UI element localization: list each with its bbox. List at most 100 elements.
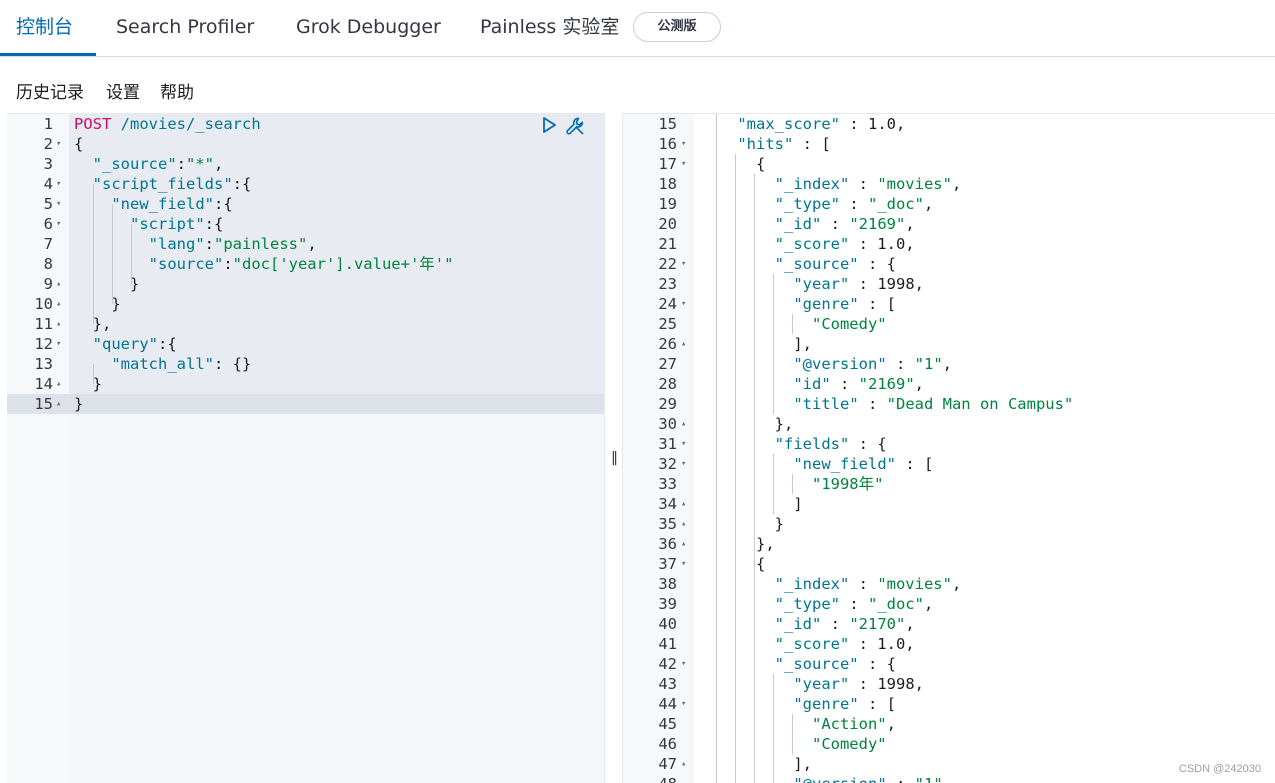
history-link[interactable]: 历史记录	[16, 78, 84, 103]
code-line[interactable]: 25 "Comedy"	[623, 314, 1275, 334]
fold-open-icon[interactable]: ▾	[681, 694, 686, 714]
code-line[interactable]: 3 "_source":"*",	[7, 154, 604, 174]
code-text: },	[700, 414, 794, 434]
code-line[interactable]: 39 "_type" : "_doc",	[623, 594, 1275, 614]
code-line[interactable]: 6 ▾ "script":{	[7, 214, 604, 234]
code-text: }	[700, 514, 784, 534]
tab-painless-lab[interactable]: Painless 实验室	[480, 0, 619, 56]
tab-grok-debugger[interactable]: Grok Debugger	[296, 0, 441, 56]
line-number: 45	[658, 715, 677, 733]
code-line[interactable]: 16 ▾ "hits" : [	[623, 134, 1275, 154]
pane-resize-handle[interactable]: ‖	[604, 113, 623, 783]
code-line[interactable]: 14 ▴ }	[7, 374, 604, 394]
fold-close-icon[interactable]: ▴	[681, 754, 686, 774]
code-line[interactable]: 9 ▴ }	[7, 274, 604, 294]
code-line[interactable]: 42 ▾ "_source" : {	[623, 654, 1275, 674]
fold-close-icon[interactable]: ▴	[56, 374, 61, 394]
code-line[interactable]: 1 POST /movies/_search	[7, 114, 604, 134]
fold-open-icon[interactable]: ▾	[681, 254, 686, 274]
code-line[interactable]: 48 "@version" : "1"	[623, 774, 1275, 783]
code-line[interactable]: 29 "title" : "Dead Man on Campus"	[623, 394, 1275, 414]
help-link[interactable]: 帮助	[160, 78, 194, 103]
fold-close-icon[interactable]: ▴	[56, 294, 61, 314]
fold-open-icon[interactable]: ▾	[681, 294, 686, 314]
fold-close-icon[interactable]: ▴	[681, 494, 686, 514]
fold-open-icon[interactable]: ▾	[681, 434, 686, 454]
code-line[interactable]: 47 ▴ ],	[623, 754, 1275, 774]
code-line[interactable]: 46 "Comedy"	[623, 734, 1275, 754]
code-token: :	[849, 575, 878, 593]
code-line[interactable]: 15 "max_score" : 1.0,	[623, 114, 1275, 134]
code-line[interactable]: 7 "lang":"painless",	[7, 234, 604, 254]
fold-open-icon[interactable]: ▾	[56, 334, 61, 354]
code-line[interactable]: 40 "_id" : "2170",	[623, 614, 1275, 634]
fold-open-icon[interactable]: ▾	[681, 134, 686, 154]
fold-open-icon[interactable]: ▾	[56, 134, 61, 154]
code-line[interactable]: 38 "_index" : "movies",	[623, 574, 1275, 594]
code-line[interactable]: 2 ▾ {	[7, 134, 604, 154]
resize-grip-icon[interactable]: ‖	[611, 450, 618, 466]
settings-link[interactable]: 设置	[106, 78, 140, 103]
code-line[interactable]: 4 ▾ "script_fields":{	[7, 174, 604, 194]
code-line[interactable]: 10 ▴ }	[7, 294, 604, 314]
code-line[interactable]: 13 "match_all": {}	[7, 354, 604, 374]
wrench-icon[interactable]	[564, 115, 586, 137]
code-line[interactable]: 5 ▾ "new_field":{	[7, 194, 604, 214]
fold-open-icon[interactable]: ▾	[681, 154, 686, 174]
code-line[interactable]: 18 "_index" : "movies",	[623, 174, 1275, 194]
code-text: "year" : 1998,	[700, 274, 924, 294]
code-token: "*"	[186, 155, 215, 173]
fold-open-icon[interactable]: ▾	[56, 214, 61, 234]
code-line[interactable]: 28 "id" : "2169",	[623, 374, 1275, 394]
code-line[interactable]: 26 ▴ ],	[623, 334, 1275, 354]
tab-console[interactable]: 控制台	[16, 0, 73, 56]
fold-open-icon[interactable]: ▾	[56, 194, 61, 214]
code-line[interactable]: 44 ▾ "genre" : [	[623, 694, 1275, 714]
code-line[interactable]: 45 "Action",	[623, 714, 1275, 734]
fold-close-icon[interactable]: ▴	[681, 334, 686, 354]
code-line[interactable]: 31 ▾ "fields" : {	[623, 434, 1275, 454]
request-editor[interactable]: 1 POST /movies/_search 2 ▾{3 "_source":"*",…	[7, 113, 604, 783]
code-line[interactable]: 20 "_id" : "2169",	[623, 214, 1275, 234]
code-line[interactable]: 23 "year" : 1998,	[623, 274, 1275, 294]
code-token: "painless"	[214, 235, 308, 253]
code-line[interactable]: 36 ▴ },	[623, 534, 1275, 554]
code-line[interactable]: 11 ▴ },	[7, 314, 604, 334]
code-token: }	[74, 375, 102, 393]
fold-close-icon[interactable]: ▴	[56, 314, 61, 334]
code-line[interactable]: 19 "_type" : "_doc",	[623, 194, 1275, 214]
code-line[interactable]: 17 ▾ {	[623, 154, 1275, 174]
code-line[interactable]: 35 ▴ }	[623, 514, 1275, 534]
code-line[interactable]: 22 ▾ "_source" : {	[623, 254, 1275, 274]
fold-close-icon[interactable]: ▴	[56, 274, 61, 294]
play-icon[interactable]	[541, 116, 557, 134]
fold-open-icon[interactable]: ▾	[681, 654, 686, 674]
code-line[interactable]: 32 ▾ "new_field" : [	[623, 454, 1275, 474]
fold-close-icon[interactable]: ▴	[681, 414, 686, 434]
fold-open-icon[interactable]: ▾	[56, 174, 61, 194]
line-number: 8	[43, 255, 53, 273]
code-line[interactable]: 24 ▾ "genre" : [	[623, 294, 1275, 314]
code-line[interactable]: 12 ▾ "query":{	[7, 334, 604, 354]
code-line[interactable]: 41 "_score" : 1.0,	[623, 634, 1275, 654]
code-line[interactable]: 27 "@version" : "1",	[623, 354, 1275, 374]
response-viewer[interactable]: 15 "max_score" : 1.0, 16 ▾ "hits" : [17 ▾ {…	[623, 113, 1275, 783]
code-token: : 1.0,	[849, 635, 915, 653]
fold-open-icon[interactable]: ▾	[681, 454, 686, 474]
code-line[interactable]: 37 ▾ {	[623, 554, 1275, 574]
fold-close-icon[interactable]: ▴	[681, 514, 686, 534]
code-line[interactable]: 21 "_score" : 1.0,	[623, 234, 1275, 254]
code-line[interactable]: 43 "year" : 1998,	[623, 674, 1275, 694]
code-line[interactable]: 34 ▴ ]	[623, 494, 1275, 514]
code-line[interactable]: 8 "source":"doc['year'].value+'年'"	[7, 254, 604, 274]
code-text: "id" : "2169",	[700, 374, 924, 394]
code-line[interactable]: 30 ▴ },	[623, 414, 1275, 434]
code-line[interactable]: 15 ▴}	[7, 394, 604, 414]
fold-open-icon[interactable]: ▾	[681, 554, 686, 574]
code-line[interactable]: 33 "1998年"	[623, 474, 1275, 494]
request-editor-empty-area[interactable]	[69, 414, 604, 783]
fold-close-icon[interactable]: ▴	[56, 394, 61, 414]
tab-search-profiler[interactable]: Search Profiler	[116, 0, 254, 56]
fold-close-icon[interactable]: ▴	[681, 534, 686, 554]
